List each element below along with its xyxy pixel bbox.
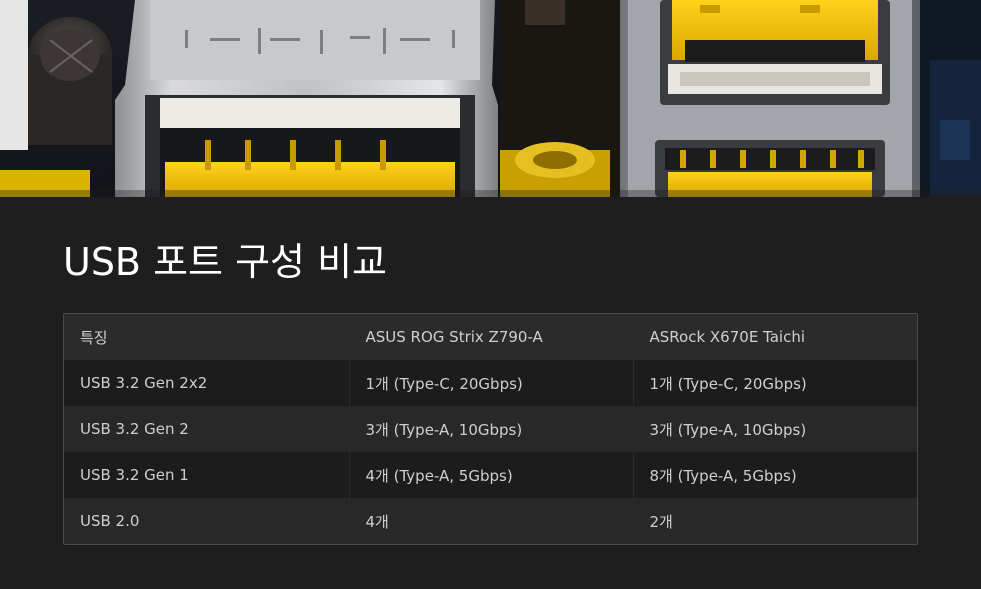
cell-asrock: 1개 (Type-C, 20Gbps): [649, 374, 807, 393]
cell-asus: 4개 (Type-A, 5Gbps): [349, 452, 634, 498]
header-feature: 특징: [64, 314, 350, 360]
header-asrock: ASRock X670E Taichi: [649, 328, 806, 346]
cell-asrock: 2개: [649, 512, 673, 531]
cell-asus: 3개 (Type-A, 10Gbps): [349, 406, 634, 452]
usb-ports-photo-icon: [0, 0, 981, 197]
table-row: USB 3.2 Gen 2x2 1개 (Type-C, 20Gbps) 1개 (…: [64, 360, 917, 406]
cell-asrock: 3개 (Type-A, 10Gbps): [649, 420, 807, 439]
table-header-row: 특징 ASUS ROG Strix Z790-A ASRock X670E Ta…: [64, 314, 917, 360]
usb-comparison-table: 특징 ASUS ROG Strix Z790-A ASRock X670E Ta…: [64, 314, 917, 544]
table-row: USB 2.0 4개 2개: [64, 498, 917, 544]
header-asus: ASUS ROG Strix Z790-A: [349, 314, 634, 360]
cell-feature: USB 3.2 Gen 1: [64, 452, 350, 498]
table-row: USB 3.2 Gen 1 4개 (Type-A, 5Gbps) 8개 (Typ…: [64, 452, 917, 498]
cell-asus: 1개 (Type-C, 20Gbps): [349, 360, 634, 406]
comparison-table: 특징 ASUS ROG Strix Z790-A ASRock X670E Ta…: [63, 313, 918, 545]
cell-asrock: 8개 (Type-A, 5Gbps): [649, 466, 797, 485]
cell-feature: USB 3.2 Gen 2: [64, 406, 350, 452]
cell-asus: 4개: [349, 498, 634, 544]
table-row: USB 3.2 Gen 2 3개 (Type-A, 10Gbps) 3개 (Ty…: [64, 406, 917, 452]
page: USB 포트 구성 비교 특징 ASUS ROG Strix Z790-A AS…: [0, 0, 981, 589]
hero-image: [0, 0, 981, 197]
cell-feature: USB 3.2 Gen 2x2: [64, 360, 350, 406]
section-title: USB 포트 구성 비교: [63, 240, 388, 284]
cell-feature: USB 2.0: [64, 498, 350, 544]
